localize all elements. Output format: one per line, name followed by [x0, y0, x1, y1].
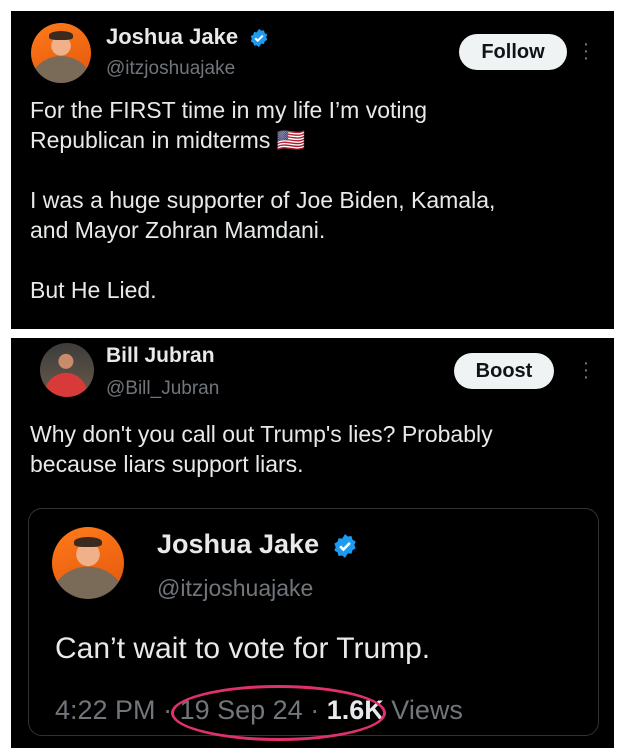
- author-name-row[interactable]: Joshua Jake: [106, 24, 269, 50]
- author-name[interactable]: Joshua Jake: [157, 529, 319, 559]
- author-name-row[interactable]: Joshua Jake: [157, 529, 358, 560]
- annotation-circle: [171, 685, 386, 741]
- quoted-text: Can’t wait to vote for Trump.: [55, 632, 431, 665]
- views-label: Views: [391, 695, 463, 725]
- avatar[interactable]: [40, 343, 94, 397]
- avatar[interactable]: [52, 527, 124, 599]
- avatar[interactable]: [31, 23, 91, 83]
- boost-button[interactable]: Boost: [454, 353, 554, 389]
- follow-button[interactable]: Follow: [459, 34, 567, 70]
- author-name[interactable]: Bill Jubran: [106, 344, 215, 368]
- more-options-icon[interactable]: · · ·: [581, 34, 591, 68]
- tweet-time[interactable]: 4:22 PM: [55, 695, 156, 725]
- author-handle[interactable]: @itzjoshuajake: [157, 575, 313, 602]
- author-handle[interactable]: @Bill_Jubran: [106, 378, 219, 400]
- verified-badge-icon: [250, 29, 268, 48]
- verified-badge-icon: [333, 533, 356, 558]
- tweet-card: Joshua Jake @itzjoshuajake Follow · · · Fo…: [11, 11, 614, 329]
- tweet-text: For the FIRST time in my life I’m voting…: [30, 97, 496, 303]
- reply-card: Bill Jubran @Bill_Jubran Boost · · · Why d…: [11, 338, 614, 748]
- author-handle[interactable]: @itzjoshuajake: [106, 58, 235, 80]
- more-options-icon[interactable]: · · ·: [581, 353, 591, 387]
- reply-text: Why don't you call out Trump's lies? Pro…: [30, 421, 493, 477]
- author-name[interactable]: Joshua Jake: [106, 24, 238, 49]
